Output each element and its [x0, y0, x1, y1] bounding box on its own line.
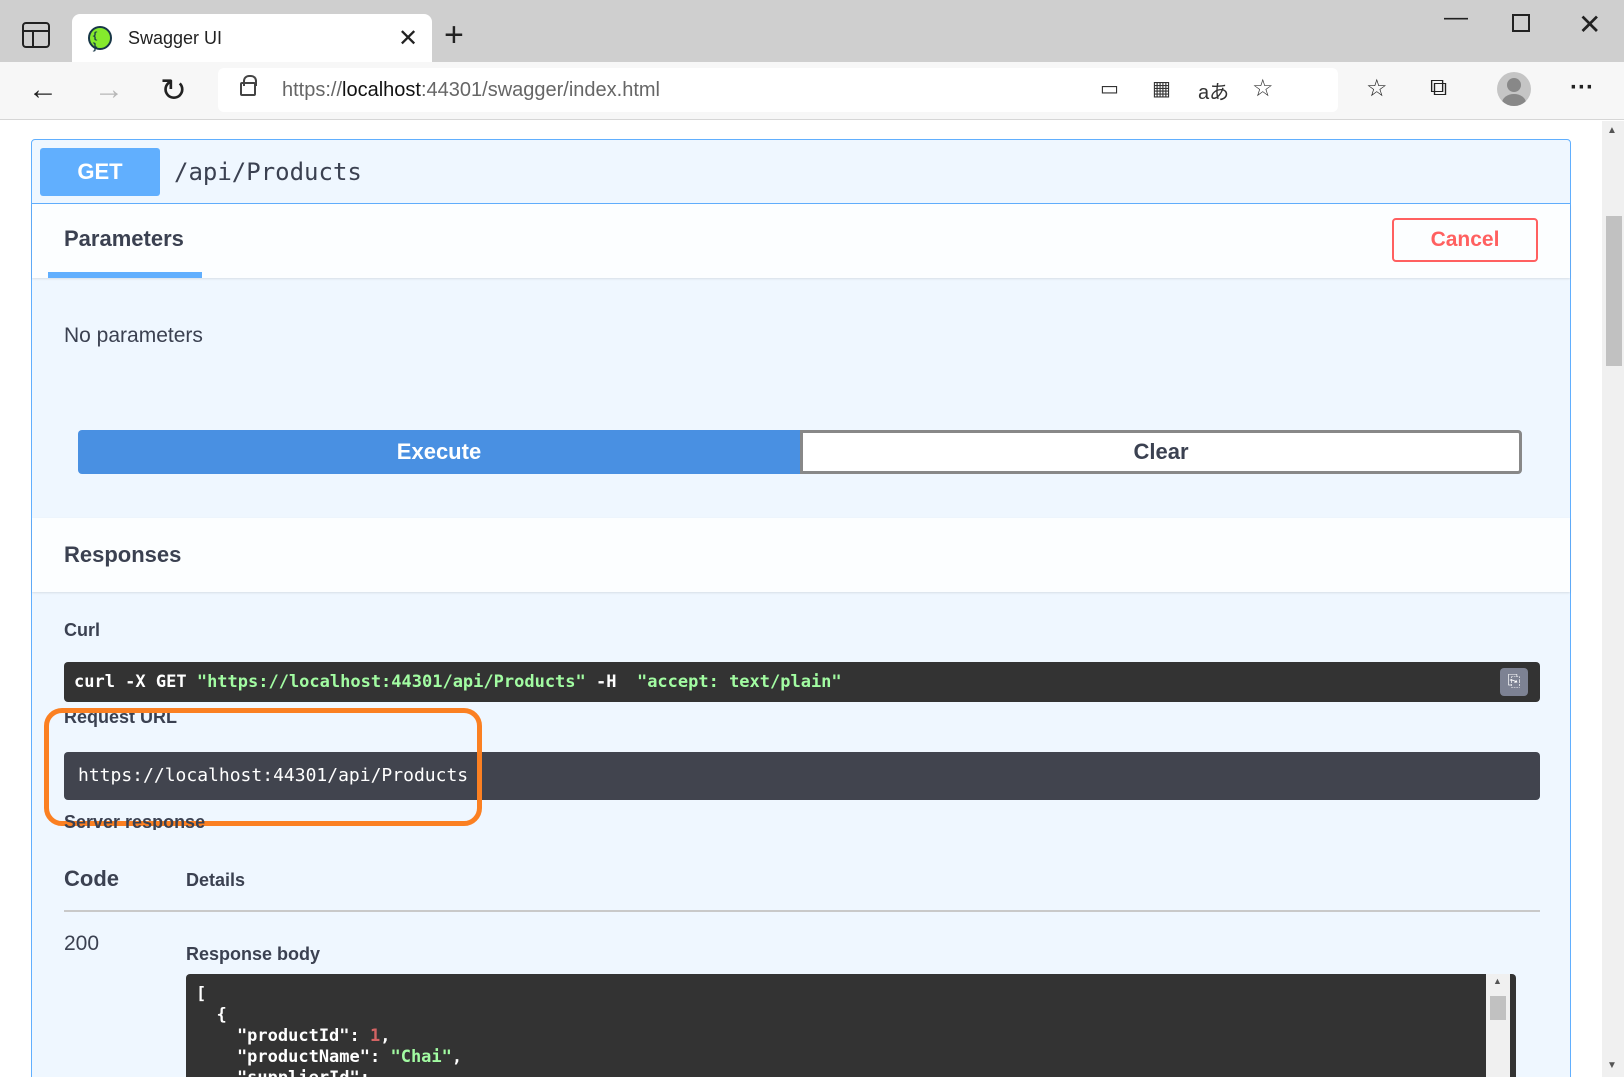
tab-actions-icon[interactable]: [22, 22, 50, 48]
maximize-icon[interactable]: [1512, 14, 1530, 32]
forward-icon[interactable]: →: [94, 72, 124, 108]
scroll-down-icon[interactable]: ▼: [1607, 1060, 1617, 1071]
tab-bar: Swagger UI ✕ + — ✕: [0, 0, 1624, 62]
add-favorite-icon[interactable]: ☆: [1252, 74, 1274, 103]
qr-code-icon[interactable]: ▦: [1152, 76, 1171, 101]
page-content: GET /api/Products Parameters Cancel No p…: [0, 121, 1602, 1077]
status-code: 200: [64, 932, 100, 955]
tab-parameters[interactable]: Parameters: [64, 226, 184, 252]
cancel-button[interactable]: Cancel: [1392, 218, 1538, 262]
profile-avatar[interactable]: [1497, 72, 1531, 106]
app-available-icon[interactable]: ▭: [1100, 76, 1119, 101]
address-bar[interactable]: https://localhost:44301/swagger/index.ht…: [218, 68, 1338, 112]
browser-tab[interactable]: Swagger UI ✕: [72, 14, 432, 62]
response-body[interactable]: [ { "productId": 1, "productName": "Chai…: [186, 974, 1516, 1077]
scroll-up-icon[interactable]: ▲: [1607, 125, 1617, 136]
curl-block[interactable]: curl -X GET "https://localhost:44301/api…: [64, 662, 1540, 702]
close-tab-icon[interactable]: ✕: [398, 24, 418, 53]
details-column-header: Details: [186, 870, 246, 890]
close-window-icon[interactable]: ✕: [1578, 8, 1601, 41]
minimize-icon[interactable]: —: [1444, 4, 1468, 32]
operation-summary[interactable]: GET /api/Products: [32, 140, 1570, 204]
scroll-up-icon[interactable]: ▲: [1493, 976, 1502, 986]
response-scrollbar[interactable]: ▲: [1486, 974, 1510, 1077]
new-tab-button[interactable]: +: [444, 18, 464, 52]
url-text[interactable]: https://localhost:44301/swagger/index.ht…: [282, 79, 660, 102]
favorites-icon[interactable]: ☆: [1366, 74, 1388, 103]
responses-title: Responses: [64, 542, 182, 567]
reload-icon[interactable]: ↻: [160, 72, 187, 108]
back-icon[interactable]: ←: [28, 72, 58, 108]
curl-label: Curl: [64, 620, 100, 640]
curl-command[interactable]: curl -X GET "https://localhost:44301/api…: [74, 672, 842, 692]
swagger-favicon-icon: [88, 26, 112, 53]
responses-header: Responses: [32, 518, 1570, 592]
execute-button[interactable]: Execute: [78, 430, 800, 474]
copy-to-clipboard-icon[interactable]: ⎘: [1500, 668, 1528, 696]
server-response-label: Server response: [64, 812, 206, 830]
lock-icon[interactable]: [240, 75, 257, 96]
collections-icon[interactable]: ⧉: [1430, 74, 1447, 102]
parameters-header: Parameters Cancel: [32, 204, 1570, 278]
operation-block: GET /api/Products Parameters Cancel No p…: [31, 139, 1571, 1077]
tab-underline: [48, 272, 202, 278]
method-badge: GET: [40, 148, 160, 196]
scroll-thumb[interactable]: [1606, 216, 1622, 366]
clear-button[interactable]: Clear: [800, 430, 1522, 474]
code-column-header: Code: [64, 866, 119, 891]
settings-menu-icon[interactable]: ···: [1570, 74, 1594, 102]
page-scrollbar[interactable]: ▲ ▼: [1602, 121, 1624, 1077]
operation-path: /api/Products: [174, 158, 362, 186]
response-body-label: Response body: [186, 944, 321, 964]
no-parameters-text: No parameters: [64, 324, 203, 347]
address-toolbar: ← → ↻ https://localhost:44301/swagger/in…: [0, 62, 1624, 120]
highlight-annotation: [44, 708, 482, 826]
tab-title: Swagger UI: [128, 28, 223, 48]
read-aloud-icon[interactable]: aあ: [1198, 76, 1229, 105]
response-scroll-thumb[interactable]: [1490, 996, 1506, 1020]
divider: [64, 910, 1540, 912]
response-json[interactable]: [ { "productId": 1, "productName": "Chai…: [196, 984, 462, 1077]
